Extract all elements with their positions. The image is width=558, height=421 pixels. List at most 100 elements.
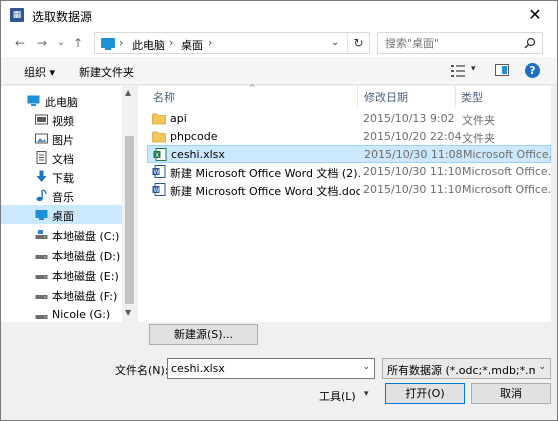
file-row-word-doc-2[interactable]: W 新建 Microsoft Office Word 文档 (2).d... 2… bbox=[147, 163, 551, 181]
sidebar-item-label: 图片 bbox=[52, 134, 74, 147]
recent-locations-chevron-icon[interactable]: ⌄ bbox=[53, 34, 69, 52]
file-name: 新建 Microsoft Office Word 文档 (2).d... bbox=[170, 167, 360, 180]
desktop-icon bbox=[35, 210, 48, 220]
back-arrow-icon[interactable]: ← bbox=[12, 34, 28, 52]
drive-icon bbox=[35, 230, 48, 239]
file-type-value: 所有数据源 (*.odc;*.mdb;*.md bbox=[387, 364, 535, 377]
sidebar-item-downloads[interactable]: 下载 bbox=[1, 167, 122, 186]
file-type: 文件夹 bbox=[462, 114, 495, 127]
sidebar-item-label: 文档 bbox=[52, 153, 74, 166]
column-header-type[interactable]: 类型 bbox=[461, 89, 483, 107]
scrollbar-thumb[interactable] bbox=[125, 136, 134, 304]
sidebar-item-label: 本地磁盘 (D:) bbox=[52, 250, 121, 263]
view-dropdown-icon[interactable]: ▾ bbox=[471, 64, 476, 74]
sidebar-item-label: 音乐 bbox=[52, 191, 74, 204]
filename-field[interactable] bbox=[171, 362, 351, 375]
file-type-select[interactable]: 所有数据源 (*.odc;*.mdb;*.md ⌄ bbox=[382, 358, 551, 379]
file-dialog: ▦ 选取数据源 ✕ ← → ⌄ ↑ › 此电脑 › 桌面 › ⌄ ↻ 组织 ▾ bbox=[0, 0, 558, 421]
sidebar-item-drive-g[interactable]: Nicole (G:) bbox=[1, 305, 122, 324]
sidebar-item-documents[interactable]: 文档 bbox=[1, 148, 122, 167]
chevron-down-icon[interactable]: ⌄ bbox=[538, 362, 546, 372]
sort-ascending-icon: ^ bbox=[249, 83, 256, 92]
sidebar-item-drive-d[interactable]: 本地磁盘 (D:) bbox=[1, 245, 122, 264]
file-type: 文件夹 bbox=[462, 132, 495, 145]
organize-button[interactable]: 组织 ▾ bbox=[24, 64, 55, 80]
file-row-api[interactable]: api 2015/10/13 9:02 文件夹 bbox=[147, 110, 551, 128]
filename-label: 文件名(N): bbox=[115, 364, 169, 377]
music-icon bbox=[36, 189, 47, 202]
file-list: 名称 ^ 修改日期 类型 api 2015/10/13 9:02 文件夹 php… bbox=[138, 83, 552, 322]
new-source-button[interactable]: 新建源(S)... bbox=[149, 324, 258, 345]
drive-icon bbox=[35, 315, 48, 319]
svg-text:W: W bbox=[154, 169, 160, 176]
sidebar-item-drive-e[interactable]: 本地磁盘 (E:) bbox=[1, 265, 122, 284]
address-bar[interactable]: › 此电脑 › 桌面 › ⌄ ↻ bbox=[94, 32, 370, 54]
sidebar-item-drive-f[interactable]: 本地磁盘 (F:) bbox=[1, 285, 122, 304]
pc-icon bbox=[27, 95, 40, 106]
forward-arrow-icon[interactable]: → bbox=[34, 34, 50, 52]
view-options-icon[interactable] bbox=[450, 64, 466, 78]
new-folder-button[interactable]: 新建文件夹 bbox=[79, 64, 134, 80]
open-button[interactable]: 打开(O) bbox=[385, 383, 465, 404]
column-divider[interactable] bbox=[455, 86, 456, 107]
drive-icon bbox=[35, 275, 48, 279]
sidebar-item-label: 下载 bbox=[52, 172, 74, 185]
filename-combobox[interactable]: ⌄ bbox=[167, 358, 375, 379]
cancel-button[interactable]: 取消 bbox=[471, 383, 551, 404]
file-row-ceshi-xlsx[interactable]: X ceshi.xlsx 2015/10/30 11:08 Microsoft … bbox=[147, 145, 552, 163]
file-type: Microsoft Office... bbox=[462, 165, 551, 178]
tools-button[interactable]: 工具(L) bbox=[319, 388, 356, 404]
breadcrumb-this-pc[interactable]: 此电脑 bbox=[132, 37, 165, 53]
column-header-name[interactable]: 名称 bbox=[153, 89, 175, 107]
svg-text:W: W bbox=[154, 187, 160, 194]
sidebar-item-label: 本地磁盘 (C:) bbox=[52, 230, 120, 243]
address-dropdown-icon[interactable]: ⌄ bbox=[331, 37, 339, 48]
up-arrow-icon[interactable]: ↑ bbox=[70, 34, 86, 52]
breadcrumb-separator[interactable]: › bbox=[169, 36, 173, 49]
sidebar-item-music[interactable]: 音乐 bbox=[1, 186, 122, 205]
preview-pane-icon[interactable] bbox=[495, 64, 509, 76]
sidebar-item-desktop[interactable]: 桌面 bbox=[1, 205, 122, 224]
navigation-bar: ← → ⌄ ↑ › 此电脑 › 桌面 › ⌄ ↻ bbox=[1, 29, 557, 57]
file-row-phpcode[interactable]: phpcode 2015/10/20 22:04 文件夹 bbox=[147, 128, 551, 146]
sidebar-item-this-pc[interactable]: 此电脑 bbox=[1, 91, 122, 110]
scroll-down-icon[interactable]: ▼ bbox=[125, 308, 131, 317]
help-icon[interactable]: ? bbox=[525, 63, 540, 78]
breadcrumb-separator[interactable]: › bbox=[119, 36, 123, 49]
file-modified: 2015/10/13 9:02 bbox=[363, 112, 455, 125]
sidebar-item-label: 桌面 bbox=[52, 210, 74, 223]
tools-dropdown-icon[interactable]: ▾ bbox=[364, 389, 369, 399]
file-row-word-doc[interactable]: W 新建 Microsoft Office Word 文档.docx 2015/… bbox=[147, 181, 551, 199]
search-box[interactable] bbox=[377, 32, 543, 54]
command-bar: 组织 ▾ 新建文件夹 ▾ ? bbox=[1, 57, 557, 85]
search-icon[interactable] bbox=[524, 37, 536, 49]
search-input[interactable] bbox=[385, 37, 515, 50]
chevron-down-icon[interactable]: ⌄ bbox=[362, 362, 370, 372]
sidebar-item-videos[interactable]: 视频 bbox=[1, 110, 122, 129]
file-type: Microsoft Office... bbox=[462, 183, 551, 196]
refresh-icon[interactable]: ↻ bbox=[347, 33, 369, 53]
file-name: api bbox=[170, 112, 187, 125]
word-file-icon: W bbox=[152, 183, 166, 196]
sidebar-item-label: 视频 bbox=[52, 115, 74, 128]
scroll-up-icon[interactable]: ▲ bbox=[125, 88, 131, 97]
sidebar-item-label: 本地磁盘 (E:) bbox=[52, 270, 119, 283]
sidebar-scrollbar[interactable]: ▲ ▼ bbox=[122, 86, 137, 322]
svg-text:X: X bbox=[155, 152, 159, 159]
file-name: 新建 Microsoft Office Word 文档.docx bbox=[170, 185, 360, 198]
sidebar-item-label: Nicole (G:) bbox=[52, 308, 111, 321]
database-dialog-icon: ▦ bbox=[10, 8, 24, 22]
folder-icon bbox=[152, 113, 166, 125]
column-header-modified[interactable]: 修改日期 bbox=[364, 89, 408, 107]
file-type: Microsoft Office... bbox=[463, 148, 552, 161]
breadcrumb-desktop[interactable]: 桌面 bbox=[181, 37, 203, 53]
file-modified: 2015/10/30 11:10 bbox=[363, 165, 462, 178]
close-icon[interactable]: ✕ bbox=[525, 5, 545, 25]
word-file-icon: W bbox=[152, 165, 166, 178]
column-divider[interactable] bbox=[357, 86, 358, 107]
sidebar-item-pictures[interactable]: 图片 bbox=[1, 129, 122, 148]
sidebar-item-drive-c[interactable]: 本地磁盘 (C:) bbox=[1, 225, 122, 244]
breadcrumb-separator[interactable]: › bbox=[208, 36, 212, 49]
sidebar-item-label: 本地磁盘 (F:) bbox=[52, 290, 118, 303]
window-title: 选取数据源 bbox=[32, 10, 93, 24]
